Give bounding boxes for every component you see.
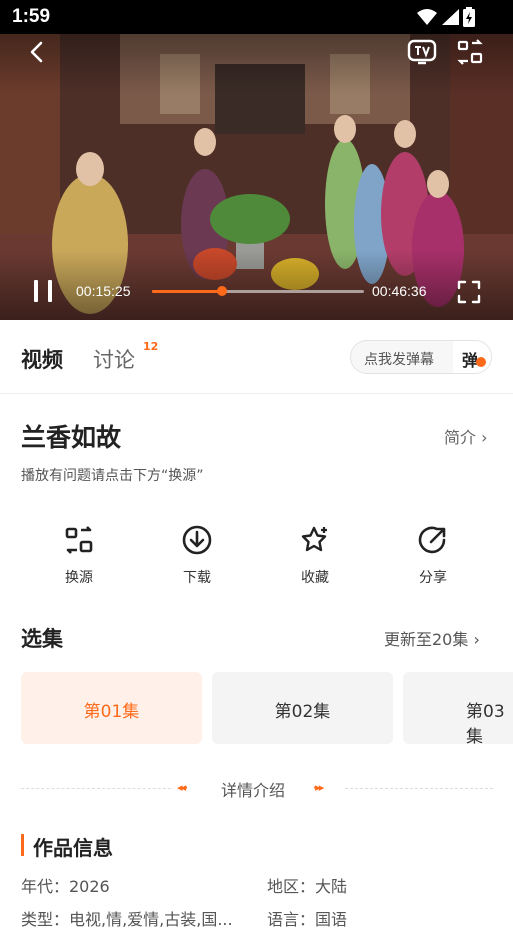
intro-link[interactable]: 简介 › xyxy=(444,424,488,448)
episodes-title: 选集 xyxy=(21,627,63,651)
episode-item[interactable]: 第03集 xyxy=(403,672,513,747)
pause-icon[interactable] xyxy=(30,277,56,305)
switch-source-icon[interactable] xyxy=(456,39,484,65)
episode-item[interactable]: 第02集 xyxy=(212,672,393,744)
episodes-update-link[interactable]: 更新至20集 › xyxy=(384,626,480,650)
danmu-input[interactable]: 点我发弹幕 弹 xyxy=(350,340,492,374)
update-label: 更新至20集 xyxy=(384,630,469,649)
switch-source-button[interactable]: 换源 xyxy=(39,522,119,592)
divider-left xyxy=(21,788,171,789)
chevron-right-icon: › xyxy=(473,630,480,649)
danmu-placeholder: 点我发弹幕 xyxy=(364,352,434,368)
arrows-right-icon: ·▸▸ xyxy=(313,781,324,794)
star-add-icon xyxy=(301,526,327,552)
tab-discuss[interactable]: 讨论 xyxy=(93,344,135,374)
tab-video[interactable]: 视频 xyxy=(21,344,63,374)
status-icons xyxy=(417,7,475,27)
arrows-left-icon: ◂◂· xyxy=(177,781,188,794)
info-year: 年代：2026 xyxy=(21,877,110,896)
divider-right xyxy=(345,788,493,789)
battery-icon xyxy=(463,7,475,27)
total-time: 00:46:36 xyxy=(372,283,427,299)
chevron-right-icon: › xyxy=(481,428,488,447)
playback-hint: 播放有问题请点击下方“换源” xyxy=(21,468,204,484)
download-icon xyxy=(182,525,212,555)
danmu-check-icon xyxy=(476,357,486,367)
work-info-title: 作品信息 xyxy=(33,836,113,860)
signal-icon xyxy=(442,9,459,25)
back-icon[interactable] xyxy=(28,40,46,64)
action-label: 换源 xyxy=(65,570,93,586)
switch-source-icon xyxy=(65,526,93,554)
info-region: 地区：大陆 xyxy=(267,877,348,896)
favorite-button[interactable]: 收藏 xyxy=(275,522,355,592)
progress-bar[interactable] xyxy=(152,286,364,296)
current-time: 00:15:25 xyxy=(76,283,131,299)
status-bar: 1:59 xyxy=(0,0,513,34)
episode-label: 第01集 xyxy=(83,702,140,722)
info-genre: 类型：电视,情,爱情,古装,国... xyxy=(21,910,233,929)
episode-item[interactable]: 第01集 xyxy=(21,672,202,744)
action-label: 分享 xyxy=(419,570,447,586)
tv-cast-icon[interactable] xyxy=(407,38,437,66)
info-language: 语言：国语 xyxy=(267,910,348,929)
action-label: 下载 xyxy=(183,570,211,586)
episode-label: 第03集 xyxy=(466,702,505,747)
action-label: 收藏 xyxy=(301,570,329,586)
download-button[interactable]: 下载 xyxy=(157,522,237,592)
status-time: 1:59 xyxy=(12,6,51,27)
share-icon xyxy=(418,526,446,554)
discuss-count-badge: 12 xyxy=(143,340,159,353)
danmu-toggle-button[interactable]: 弹 xyxy=(453,341,491,373)
wifi-icon xyxy=(417,9,437,25)
video-player[interactable]: 00:15:25 00:46:36 xyxy=(0,34,513,320)
progress-fill xyxy=(152,290,223,293)
details-label[interactable]: 详情介绍 xyxy=(221,777,285,801)
share-button[interactable]: 分享 xyxy=(393,522,473,592)
fullscreen-icon[interactable] xyxy=(456,279,482,305)
section-accent-bar xyxy=(21,834,24,856)
episode-label: 第02集 xyxy=(274,702,331,722)
show-title: 兰香如故 xyxy=(21,423,122,452)
intro-label: 简介 xyxy=(444,428,477,447)
